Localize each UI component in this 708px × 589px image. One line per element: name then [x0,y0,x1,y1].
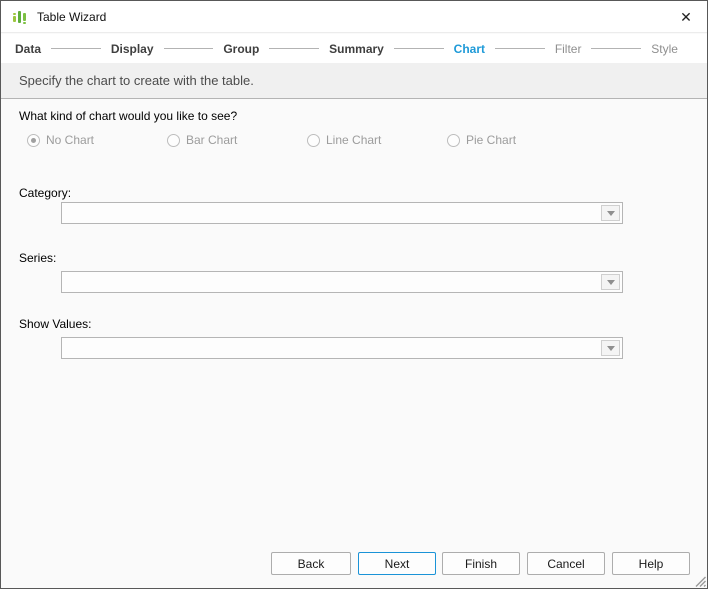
step-chart[interactable]: Chart [454,42,485,56]
finish-button[interactable]: Finish [442,552,520,575]
step-connector [269,48,319,49]
radio-no-chart[interactable]: No Chart [27,133,167,147]
radio-line-chart[interactable]: Line Chart [307,133,447,147]
category-dropdown-button[interactable] [601,205,620,221]
description-banner: Specify the chart to create with the tab… [1,63,707,99]
chevron-down-icon [607,280,615,285]
cancel-button[interactable]: Cancel [527,552,605,575]
step-connector [495,48,545,49]
titlebar: Table Wizard ✕ [1,1,707,33]
help-button[interactable]: Help [612,552,690,575]
window-title: Table Wizard [37,10,106,24]
wizard-step-nav: Data Display Group Summary Chart Filter … [1,34,707,63]
step-data[interactable]: Data [15,42,41,56]
chart-type-options: No Chart Bar Chart Line Chart Pie Chart [27,133,587,147]
show-values-label: Show Values: [19,317,92,331]
table-wizard-chart-icon [12,9,28,25]
step-connector [164,48,214,49]
close-button[interactable]: ✕ [671,4,701,30]
radio-icon [307,134,320,147]
radio-label: Bar Chart [186,133,237,147]
back-button[interactable]: Back [271,552,351,575]
step-connector [591,48,641,49]
close-icon: ✕ [680,9,692,26]
step-summary[interactable]: Summary [329,42,384,56]
step-connector [394,48,444,49]
radio-label: No Chart [46,133,94,147]
step-display[interactable]: Display [111,42,154,56]
series-dropdown-button[interactable] [601,274,620,290]
series-dropdown[interactable] [61,271,623,293]
show-values-dropdown[interactable] [61,337,623,359]
resize-grip[interactable] [693,574,706,587]
step-connector [51,48,101,49]
radio-icon [167,134,180,147]
step-style[interactable]: Style [651,42,678,56]
chart-type-question: What kind of chart would you like to see… [19,109,237,123]
radio-selected-icon [27,134,40,147]
step-filter[interactable]: Filter [555,42,582,56]
chevron-down-icon [607,211,615,216]
banner-text: Specify the chart to create with the tab… [19,73,254,88]
radio-bar-chart[interactable]: Bar Chart [167,133,307,147]
next-button[interactable]: Next [358,552,436,575]
radio-label: Line Chart [326,133,381,147]
category-dropdown[interactable] [61,202,623,224]
show-values-dropdown-button[interactable] [601,340,620,356]
series-label: Series: [19,251,56,265]
radio-label: Pie Chart [466,133,516,147]
chevron-down-icon [607,346,615,351]
category-label: Category: [19,186,71,200]
step-group[interactable]: Group [223,42,259,56]
radio-icon [447,134,460,147]
radio-pie-chart[interactable]: Pie Chart [447,133,587,147]
table-wizard-dialog: Table Wizard ✕ Data Display Group Summar… [0,0,708,589]
